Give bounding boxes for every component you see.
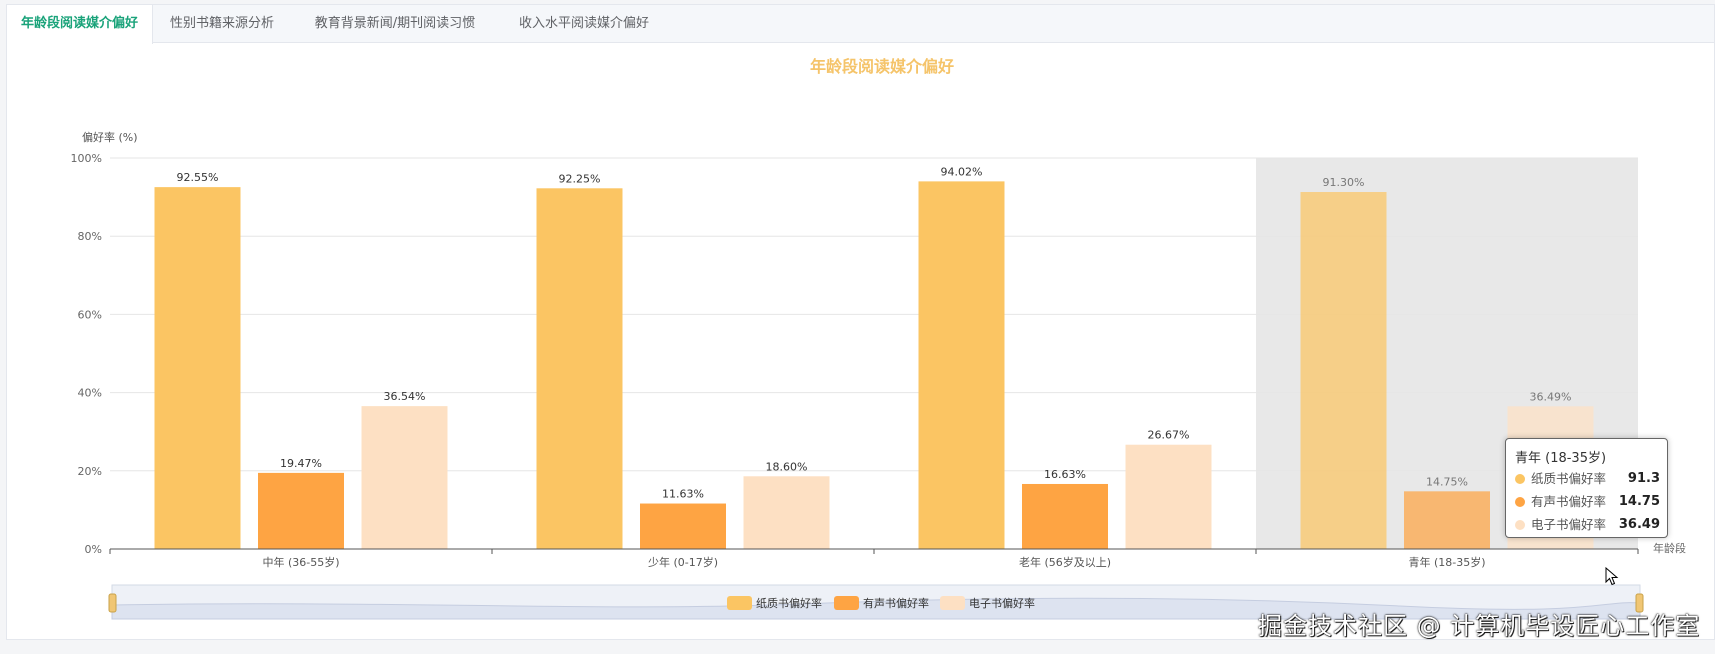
tooltip-row-label: 纸质书偏好率 bbox=[1531, 471, 1607, 486]
data-label: 91.30% bbox=[1323, 176, 1365, 189]
x-tick-label: 中年 (36-55岁) bbox=[262, 555, 339, 569]
audio-dot-icon bbox=[1515, 497, 1525, 507]
tooltip-row-ebook: 电子书偏好率 36.49 bbox=[1515, 516, 1660, 534]
chart-title: 年龄段阅读媒介偏好 bbox=[810, 57, 954, 76]
zoom-handle-left bbox=[108, 593, 117, 613]
y-tick-label: 100% bbox=[71, 152, 102, 165]
bar-ebook bbox=[361, 406, 448, 549]
bar-ebook bbox=[743, 476, 830, 549]
data-label: 16.63% bbox=[1044, 468, 1086, 481]
bar-audio bbox=[1022, 483, 1108, 549]
legend-swatch bbox=[727, 596, 752, 610]
y-tick-label: 40% bbox=[78, 387, 102, 400]
ebook-dot-icon bbox=[1515, 520, 1525, 530]
y-tick-label: 80% bbox=[78, 230, 102, 243]
tooltip-title: 青年 (18-35岁) bbox=[1515, 451, 1607, 466]
data-label: 92.55% bbox=[177, 171, 219, 184]
tooltip-row-paper: 纸质书偏好率 91.3 bbox=[1515, 470, 1660, 488]
data-label: 11.63% bbox=[662, 488, 704, 501]
bar-audio bbox=[1404, 491, 1490, 549]
x-tick-label: 青年 (18-35岁) bbox=[1408, 555, 1485, 569]
legend-swatch bbox=[940, 596, 965, 610]
bar-ebook bbox=[1125, 444, 1212, 549]
data-label: 36.54% bbox=[384, 390, 426, 403]
data-label: 36.49% bbox=[1530, 390, 1572, 403]
data-label: 92.25% bbox=[559, 172, 601, 185]
tooltip-row-value: 36.49 bbox=[1618, 517, 1660, 532]
bar-paper bbox=[536, 188, 623, 550]
data-label: 26.67% bbox=[1148, 429, 1190, 442]
y-tick-label: 0% bbox=[85, 543, 102, 556]
paper-dot-icon bbox=[1515, 474, 1525, 484]
legend-label: 有声书偏好率 bbox=[863, 596, 929, 610]
bar-paper bbox=[1300, 192, 1387, 549]
tooltip-row-label: 电子书偏好率 bbox=[1531, 517, 1607, 532]
bar-paper bbox=[154, 187, 241, 549]
mouse-cursor-icon bbox=[1605, 567, 1619, 586]
data-label: 19.47% bbox=[280, 457, 322, 470]
legend-swatch bbox=[834, 596, 859, 610]
bar-audio bbox=[640, 503, 726, 549]
bar-chart: 年龄段阅读媒介偏好偏好率 (%) 年龄段 0% 20% 40% 60% 80% 100% 92.… bbox=[71, 57, 1686, 620]
tooltip-row-audio: 有声书偏好率 14.75 bbox=[1515, 493, 1660, 511]
data-label: 14.75% bbox=[1426, 475, 1468, 488]
data-label: 94.02% bbox=[941, 165, 983, 178]
y-axis-label: 偏好率 (%) bbox=[82, 130, 138, 144]
legend-label: 纸质书偏好率 bbox=[756, 596, 822, 610]
legend-label: 电子书偏好率 bbox=[969, 596, 1035, 610]
y-tick-label: 20% bbox=[78, 465, 102, 478]
bar-paper bbox=[918, 181, 1005, 549]
bar-audio bbox=[258, 472, 344, 549]
chart-tooltip: 青年 (18-35岁) 纸质书偏好率 91.3 有声书偏好率 14.75 电子书… bbox=[1505, 438, 1668, 538]
tooltip-row-value: 14.75 bbox=[1618, 494, 1660, 509]
tooltip-row-value: 91.3 bbox=[1627, 471, 1660, 486]
x-axis-label: 年龄段 bbox=[1653, 541, 1686, 555]
data-label: 18.60% bbox=[766, 460, 808, 473]
y-tick-label: 60% bbox=[78, 308, 102, 321]
watermark: 掘金技术社区 @ 计算机毕设匠心工作室 bbox=[1258, 612, 1701, 640]
x-tick-label: 少年 (0-17岁) bbox=[648, 555, 718, 569]
tooltip-row-label: 有声书偏好率 bbox=[1531, 494, 1607, 509]
x-tick-label: 老年 (56岁及以上) bbox=[1019, 555, 1111, 569]
